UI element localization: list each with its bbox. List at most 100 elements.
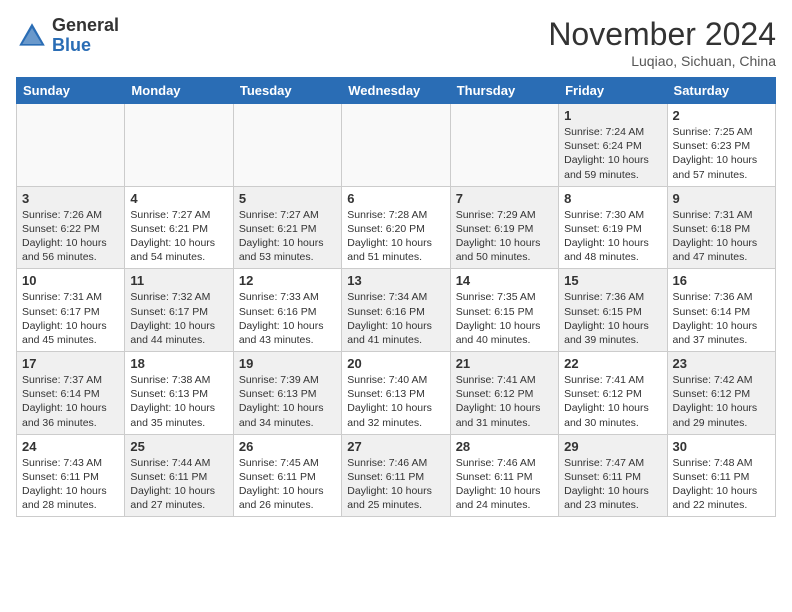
day-number: 8 bbox=[564, 191, 661, 206]
day-info: Sunrise: 7:29 AM Sunset: 6:19 PM Dayligh… bbox=[456, 208, 553, 265]
day-info: Sunrise: 7:30 AM Sunset: 6:19 PM Dayligh… bbox=[564, 208, 661, 265]
calendar-cell: 28 Sunrise: 7:46 AM Sunset: 6:11 PM Dayli… bbox=[450, 434, 558, 517]
day-info: Sunrise: 7:41 AM Sunset: 6:12 PM Dayligh… bbox=[564, 373, 661, 430]
calendar-cell: 22 Sunrise: 7:41 AM Sunset: 6:12 PM Dayli… bbox=[559, 352, 667, 435]
calendar-cell: 27 Sunrise: 7:46 AM Sunset: 6:11 PM Dayli… bbox=[342, 434, 450, 517]
calendar-week-row: 1 Sunrise: 7:24 AM Sunset: 6:24 PM Daylig… bbox=[17, 104, 776, 187]
logo-text: General Blue bbox=[52, 16, 119, 56]
day-number: 21 bbox=[456, 356, 553, 371]
day-info: Sunrise: 7:41 AM Sunset: 6:12 PM Dayligh… bbox=[456, 373, 553, 430]
day-number: 20 bbox=[347, 356, 444, 371]
calendar-cell: 4 Sunrise: 7:27 AM Sunset: 6:21 PM Daylig… bbox=[125, 186, 233, 269]
logo: General Blue bbox=[16, 16, 119, 56]
day-number: 1 bbox=[564, 108, 661, 123]
calendar-cell bbox=[233, 104, 341, 187]
day-number: 6 bbox=[347, 191, 444, 206]
day-number: 15 bbox=[564, 273, 661, 288]
day-info: Sunrise: 7:28 AM Sunset: 6:20 PM Dayligh… bbox=[347, 208, 444, 265]
day-info: Sunrise: 7:31 AM Sunset: 6:17 PM Dayligh… bbox=[22, 290, 119, 347]
calendar-cell: 30 Sunrise: 7:48 AM Sunset: 6:11 PM Dayli… bbox=[667, 434, 775, 517]
day-number: 25 bbox=[130, 439, 227, 454]
day-info: Sunrise: 7:24 AM Sunset: 6:24 PM Dayligh… bbox=[564, 125, 661, 182]
calendar-cell: 10 Sunrise: 7:31 AM Sunset: 6:17 PM Dayli… bbox=[17, 269, 125, 352]
day-number: 3 bbox=[22, 191, 119, 206]
day-number: 30 bbox=[673, 439, 770, 454]
day-number: 12 bbox=[239, 273, 336, 288]
calendar-week-row: 10 Sunrise: 7:31 AM Sunset: 6:17 PM Dayli… bbox=[17, 269, 776, 352]
day-info: Sunrise: 7:46 AM Sunset: 6:11 PM Dayligh… bbox=[347, 456, 444, 513]
weekday-header: Thursday bbox=[450, 78, 558, 104]
location-subtitle: Luqiao, Sichuan, China bbox=[548, 53, 776, 69]
weekday-header: Wednesday bbox=[342, 78, 450, 104]
weekday-header: Friday bbox=[559, 78, 667, 104]
day-number: 4 bbox=[130, 191, 227, 206]
calendar-cell: 21 Sunrise: 7:41 AM Sunset: 6:12 PM Dayli… bbox=[450, 352, 558, 435]
day-info: Sunrise: 7:27 AM Sunset: 6:21 PM Dayligh… bbox=[130, 208, 227, 265]
calendar-cell bbox=[125, 104, 233, 187]
day-number: 9 bbox=[673, 191, 770, 206]
day-number: 7 bbox=[456, 191, 553, 206]
day-number: 29 bbox=[564, 439, 661, 454]
calendar-cell: 29 Sunrise: 7:47 AM Sunset: 6:11 PM Dayli… bbox=[559, 434, 667, 517]
calendar-cell: 23Sunrise: 7:42 AM Sunset: 6:12 PM Dayli… bbox=[667, 352, 775, 435]
day-number: 11 bbox=[130, 273, 227, 288]
day-info: Sunrise: 7:26 AM Sunset: 6:22 PM Dayligh… bbox=[22, 208, 119, 265]
calendar-cell: 19Sunrise: 7:39 AM Sunset: 6:13 PM Dayli… bbox=[233, 352, 341, 435]
calendar-cell: 13 Sunrise: 7:34 AM Sunset: 6:16 PM Dayli… bbox=[342, 269, 450, 352]
day-info: Sunrise: 7:36 AM Sunset: 6:14 PM Dayligh… bbox=[673, 290, 770, 347]
weekday-row: SundayMondayTuesdayWednesdayThursdayFrid… bbox=[17, 78, 776, 104]
calendar-cell: 3 Sunrise: 7:26 AM Sunset: 6:22 PM Daylig… bbox=[17, 186, 125, 269]
calendar-cell: 14Sunrise: 7:35 AM Sunset: 6:15 PM Dayli… bbox=[450, 269, 558, 352]
calendar-cell bbox=[17, 104, 125, 187]
day-number: 2 bbox=[673, 108, 770, 123]
calendar-cell: 8 Sunrise: 7:30 AM Sunset: 6:19 PM Daylig… bbox=[559, 186, 667, 269]
day-info: Sunrise: 7:36 AM Sunset: 6:15 PM Dayligh… bbox=[564, 290, 661, 347]
day-info: Sunrise: 7:25 AM Sunset: 6:23 PM Dayligh… bbox=[673, 125, 770, 182]
day-info: Sunrise: 7:31 AM Sunset: 6:18 PM Dayligh… bbox=[673, 208, 770, 265]
day-number: 22 bbox=[564, 356, 661, 371]
calendar-week-row: 24 Sunrise: 7:43 AM Sunset: 6:11 PM Dayli… bbox=[17, 434, 776, 517]
day-info: Sunrise: 7:47 AM Sunset: 6:11 PM Dayligh… bbox=[564, 456, 661, 513]
day-number: 18 bbox=[130, 356, 227, 371]
calendar-cell: 17 Sunrise: 7:37 AM Sunset: 6:14 PM Dayli… bbox=[17, 352, 125, 435]
day-number: 13 bbox=[347, 273, 444, 288]
day-info: Sunrise: 7:45 AM Sunset: 6:11 PM Dayligh… bbox=[239, 456, 336, 513]
day-info: Sunrise: 7:32 AM Sunset: 6:17 PM Dayligh… bbox=[130, 290, 227, 347]
weekday-header: Tuesday bbox=[233, 78, 341, 104]
day-info: Sunrise: 7:27 AM Sunset: 6:21 PM Dayligh… bbox=[239, 208, 336, 265]
day-number: 27 bbox=[347, 439, 444, 454]
weekday-header: Sunday bbox=[17, 78, 125, 104]
calendar-cell: 24 Sunrise: 7:43 AM Sunset: 6:11 PM Dayli… bbox=[17, 434, 125, 517]
day-number: 14 bbox=[456, 273, 553, 288]
weekday-header: Monday bbox=[125, 78, 233, 104]
calendar-cell: 9 Sunrise: 7:31 AM Sunset: 6:18 PM Daylig… bbox=[667, 186, 775, 269]
calendar-cell: 26 Sunrise: 7:45 AM Sunset: 6:11 PM Dayli… bbox=[233, 434, 341, 517]
day-number: 17 bbox=[22, 356, 119, 371]
day-number: 23 bbox=[673, 356, 770, 371]
day-number: 19 bbox=[239, 356, 336, 371]
title-block: November 2024 Luqiao, Sichuan, China bbox=[548, 16, 776, 69]
calendar-week-row: 17 Sunrise: 7:37 AM Sunset: 6:14 PM Dayli… bbox=[17, 352, 776, 435]
day-number: 5 bbox=[239, 191, 336, 206]
calendar-cell: 25 Sunrise: 7:44 AM Sunset: 6:11 PM Dayli… bbox=[125, 434, 233, 517]
page-header: General Blue November 2024 Luqiao, Sichu… bbox=[16, 16, 776, 69]
day-number: 24 bbox=[22, 439, 119, 454]
calendar-cell: 7 Sunrise: 7:29 AM Sunset: 6:19 PM Daylig… bbox=[450, 186, 558, 269]
calendar-cell: 6 Sunrise: 7:28 AM Sunset: 6:20 PM Daylig… bbox=[342, 186, 450, 269]
calendar-cell: 16Sunrise: 7:36 AM Sunset: 6:14 PM Dayli… bbox=[667, 269, 775, 352]
day-info: Sunrise: 7:37 AM Sunset: 6:14 PM Dayligh… bbox=[22, 373, 119, 430]
calendar-body: 1 Sunrise: 7:24 AM Sunset: 6:24 PM Daylig… bbox=[17, 104, 776, 517]
day-info: Sunrise: 7:43 AM Sunset: 6:11 PM Dayligh… bbox=[22, 456, 119, 513]
calendar-header: SundayMondayTuesdayWednesdayThursdayFrid… bbox=[17, 78, 776, 104]
day-info: Sunrise: 7:44 AM Sunset: 6:11 PM Dayligh… bbox=[130, 456, 227, 513]
calendar-cell: 2 Sunrise: 7:25 AM Sunset: 6:23 PM Daylig… bbox=[667, 104, 775, 187]
calendar-cell: 1 Sunrise: 7:24 AM Sunset: 6:24 PM Daylig… bbox=[559, 104, 667, 187]
day-number: 10 bbox=[22, 273, 119, 288]
day-info: Sunrise: 7:40 AM Sunset: 6:13 PM Dayligh… bbox=[347, 373, 444, 430]
day-info: Sunrise: 7:48 AM Sunset: 6:11 PM Dayligh… bbox=[673, 456, 770, 513]
day-info: Sunrise: 7:46 AM Sunset: 6:11 PM Dayligh… bbox=[456, 456, 553, 513]
calendar-cell: 15 Sunrise: 7:36 AM Sunset: 6:15 PM Dayli… bbox=[559, 269, 667, 352]
day-info: Sunrise: 7:34 AM Sunset: 6:16 PM Dayligh… bbox=[347, 290, 444, 347]
day-number: 28 bbox=[456, 439, 553, 454]
day-number: 26 bbox=[239, 439, 336, 454]
